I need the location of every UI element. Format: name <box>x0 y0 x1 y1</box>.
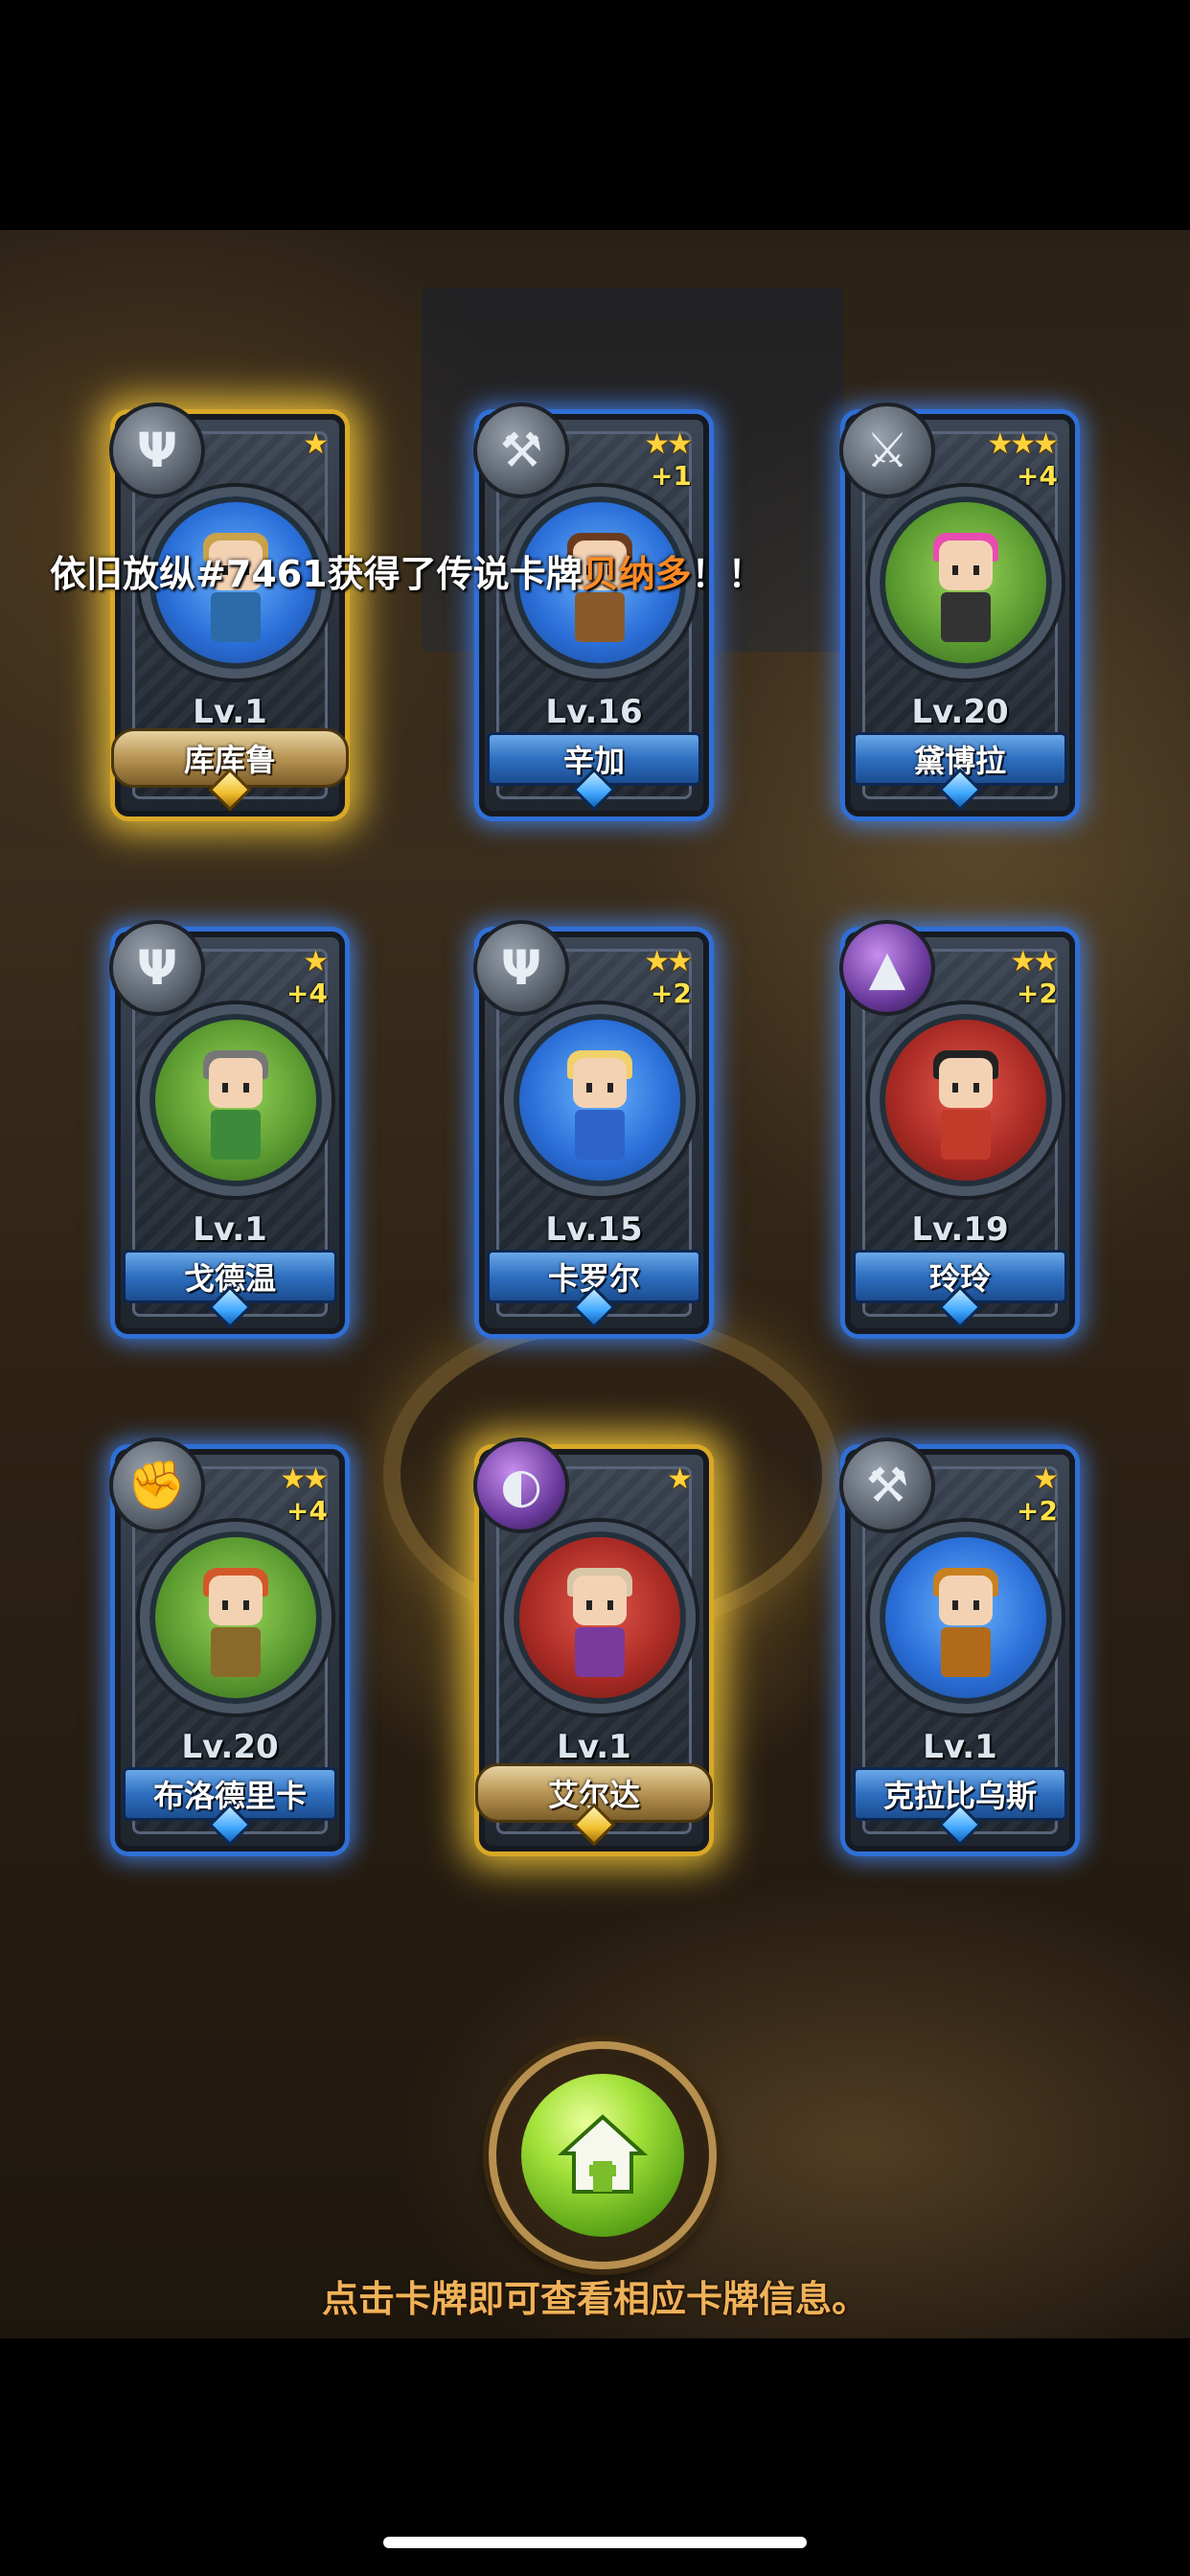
hero-card[interactable]: Ψ ★ +4 Lv.1 戈德温 <box>109 920 345 1334</box>
star-rating: ★ <box>1033 1462 1059 1496</box>
star-rating: ★ <box>667 1462 693 1496</box>
hero-card[interactable]: ⚒ ★ +2 Lv.1 克拉比乌斯 <box>839 1438 1075 1852</box>
trident-icon: Ψ <box>109 402 205 498</box>
hero-portrait <box>870 1004 1062 1196</box>
wizard-hat-icon: ▲ <box>839 920 935 1016</box>
home-indicator-bar[interactable] <box>383 2537 807 2548</box>
hero-card[interactable]: Ψ ★ Lv.1 库库鲁 <box>109 402 349 816</box>
hero-portrait <box>140 1004 332 1196</box>
game-screen: Ψ ★ Lv.1 库库鲁 ⚒ ★★ +1 Lv.16 辛加 ⚔ ★★★ +4 Lv.20 黛博拉 Ψ ★ +4 L… <box>0 0 1190 2576</box>
enhance-level: +2 <box>1017 1495 1058 1527</box>
enhance-level: +4 <box>286 978 328 1009</box>
hero-card[interactable]: Ψ ★★ +2 Lv.15 卡罗尔 <box>473 920 709 1334</box>
hero-level: Lv.1 <box>557 1728 631 1766</box>
hero-level: Lv.16 <box>545 693 643 731</box>
broadcast-prefix: 依旧放纵#7461获得了传说卡牌 <box>50 553 583 595</box>
axe-icon: ⚒ <box>839 1438 935 1533</box>
hero-level: Lv.1 <box>193 693 267 731</box>
broadcast-highlight: 贝纳多 <box>582 553 692 595</box>
hero-level: Lv.1 <box>193 1210 267 1249</box>
hero-level: Lv.20 <box>911 693 1009 731</box>
trident-icon: Ψ <box>109 920 205 1016</box>
hero-card[interactable]: ⚔ ★★★ +4 Lv.20 黛博拉 <box>839 402 1075 816</box>
star-rating: ★ <box>303 945 329 978</box>
hero-sprite <box>195 1567 276 1681</box>
star-rating: ★★ <box>644 945 693 978</box>
hero-portrait <box>870 487 1062 678</box>
hint-text: 点击卡牌即可查看相应卡牌信息。 <box>321 2278 868 2320</box>
hero-sprite <box>560 1049 640 1163</box>
enhance-level: +2 <box>651 978 692 1009</box>
fist-icon: ✊ <box>109 1438 205 1533</box>
hero-portrait <box>870 1522 1062 1714</box>
star-rating: ★★ <box>1010 945 1059 978</box>
hero-sprite <box>560 1567 640 1681</box>
hero-portrait <box>140 1522 332 1714</box>
hero-card[interactable]: ◐ ★ Lv.1 艾尔达 <box>473 1438 713 1852</box>
enhance-level: +4 <box>286 1495 328 1527</box>
hero-sprite <box>926 1049 1006 1163</box>
enhance-level: +1 <box>651 460 692 492</box>
hero-sprite <box>926 1567 1006 1681</box>
home-icon <box>557 2114 649 2194</box>
star-rating: ★ <box>303 427 329 461</box>
enhance-level: +2 <box>1017 978 1058 1009</box>
hero-level: Lv.1 <box>923 1728 997 1766</box>
hero-card[interactable]: ✊ ★★ +4 Lv.20 布洛德里卡 <box>109 1438 345 1852</box>
star-rating: ★★★ <box>987 427 1059 461</box>
legendary-broadcast-message: 依旧放纵#7461获得了传说卡牌贝纳多！！ <box>50 544 765 597</box>
crossed-swords-icon: ⚔ <box>839 402 935 498</box>
hero-sprite <box>195 1049 276 1163</box>
hero-portrait <box>504 1522 696 1714</box>
magic-orb-icon: ◐ <box>473 1438 569 1533</box>
trident-icon: Ψ <box>473 920 569 1016</box>
axe-icon: ⚒ <box>473 402 569 498</box>
hero-level: Lv.19 <box>911 1210 1009 1249</box>
hero-card[interactable]: ⚒ ★★ +1 Lv.16 辛加 <box>473 402 709 816</box>
hero-level: Lv.20 <box>181 1728 279 1766</box>
hero-sprite <box>926 532 1006 646</box>
star-rating: ★★ <box>280 1462 329 1496</box>
hero-card[interactable]: ▲ ★★ +2 Lv.19 玲玲 <box>839 920 1075 1334</box>
home-button-core <box>521 2074 684 2237</box>
hero-level: Lv.15 <box>545 1210 643 1249</box>
broadcast-suffix: ！！ <box>691 553 765 595</box>
enhance-level: +4 <box>1017 460 1058 492</box>
home-button[interactable] <box>489 2041 717 2269</box>
star-rating: ★★ <box>644 427 693 461</box>
hero-portrait <box>504 1004 696 1196</box>
